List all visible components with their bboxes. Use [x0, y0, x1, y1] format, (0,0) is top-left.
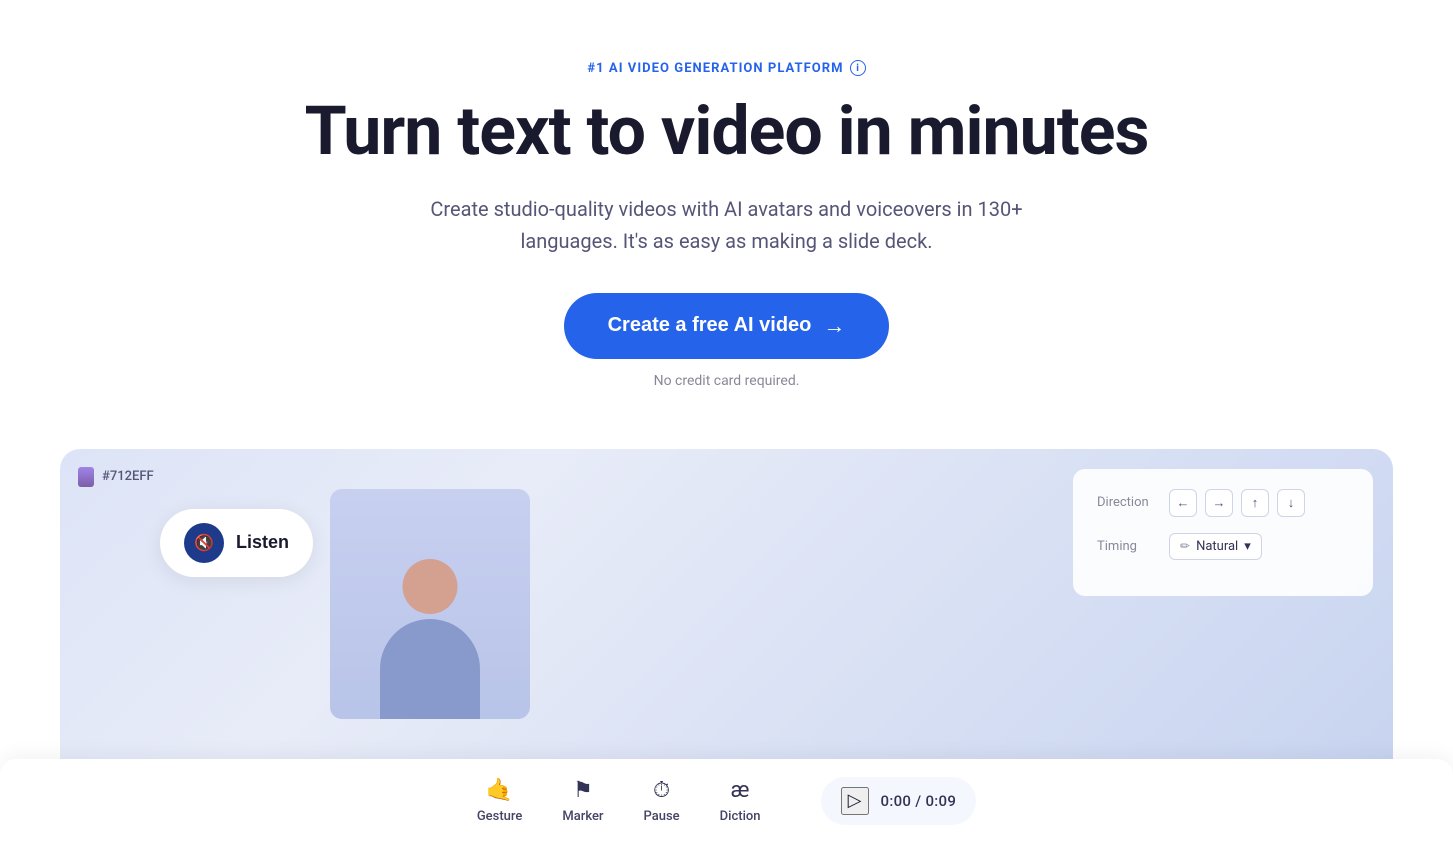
play-icon: ▷ [848, 790, 862, 811]
hero-section: #1 AI VIDEO GENERATION PLATFORM i Turn t… [0, 0, 1453, 429]
avatar-silhouette [370, 539, 490, 719]
arrow-right-button[interactable]: → [1205, 489, 1233, 517]
mute-icon: 🔇 [184, 523, 224, 563]
hero-subtitle: Create studio-quality videos with AI ava… [387, 193, 1067, 257]
marker-label: Marker [562, 809, 603, 824]
platform-badge-text: #1 AI VIDEO GENERATION PLATFORM [587, 61, 843, 76]
pause-icon: ⏱ [653, 778, 670, 803]
avatar-body [380, 619, 480, 719]
bottom-toolbar: 🤙 Gesture ⚑ Marker ⏱ Pause æ Diction ▷ 0… [0, 759, 1453, 843]
cta-arrow-icon: → [823, 313, 845, 339]
demo-container: #712EFF 🔇 Listen Direction ← → ↑ [60, 449, 1393, 759]
arrow-left-button[interactable]: ← [1169, 489, 1197, 517]
right-panel: Direction ← → ↑ ↓ Timing ✏ Natural ▾ [1073, 469, 1373, 596]
pause-label: Pause [644, 809, 680, 824]
toolbar-tools: 🤙 Gesture ⚑ Marker ⏱ Pause æ Diction [477, 778, 761, 824]
info-icon[interactable]: i [850, 60, 866, 76]
play-button[interactable]: ▷ [841, 787, 869, 815]
no-credit-card-text: No credit card required. [654, 373, 800, 389]
arrow-down-button[interactable]: ↓ [1277, 489, 1305, 517]
chevron-down-icon: ▾ [1244, 539, 1251, 554]
hero-title: Turn text to video in minutes [305, 94, 1149, 169]
arrow-up-button[interactable]: ↑ [1241, 489, 1269, 517]
color-swatch: #712EFF [78, 467, 154, 487]
timing-label: Timing [1097, 539, 1157, 554]
color-dot [78, 467, 94, 487]
listen-label: Listen [236, 532, 289, 553]
listen-button[interactable]: 🔇 Listen [160, 509, 313, 577]
timing-row: Timing ✏ Natural ▾ [1097, 533, 1349, 560]
pencil-icon: ✏ [1180, 539, 1190, 553]
timing-select[interactable]: ✏ Natural ▾ [1169, 533, 1262, 560]
cta-label: Create a free AI video [608, 314, 812, 337]
color-label: #712EFF [102, 469, 154, 484]
marker-tool[interactable]: ⚑ Marker [562, 778, 603, 824]
avatar-head [403, 559, 458, 614]
gesture-label: Gesture [477, 809, 523, 824]
gesture-tool[interactable]: 🤙 Gesture [477, 778, 523, 824]
marker-icon: ⚑ [573, 778, 593, 803]
direction-row: Direction ← → ↑ ↓ [1097, 489, 1349, 517]
platform-badge: #1 AI VIDEO GENERATION PLATFORM i [587, 60, 865, 76]
direction-label: Direction [1097, 495, 1157, 510]
diction-label: Diction [720, 809, 761, 824]
avatar-area [330, 489, 530, 719]
diction-icon: æ [731, 778, 750, 803]
create-ai-video-button[interactable]: Create a free AI video → [564, 293, 890, 359]
playback-controls: ▷ 0:00 / 0:09 [821, 777, 977, 825]
demo-section: #712EFF 🔇 Listen Direction ← → ↑ [0, 449, 1453, 843]
time-display: 0:00 / 0:09 [881, 792, 957, 810]
direction-arrows: ← → ↑ ↓ [1169, 489, 1305, 517]
gesture-icon: 🤙 [486, 778, 513, 803]
pause-tool[interactable]: ⏱ Pause [644, 778, 680, 824]
diction-tool[interactable]: æ Diction [720, 778, 761, 824]
timing-mode-value: Natural [1196, 539, 1238, 554]
